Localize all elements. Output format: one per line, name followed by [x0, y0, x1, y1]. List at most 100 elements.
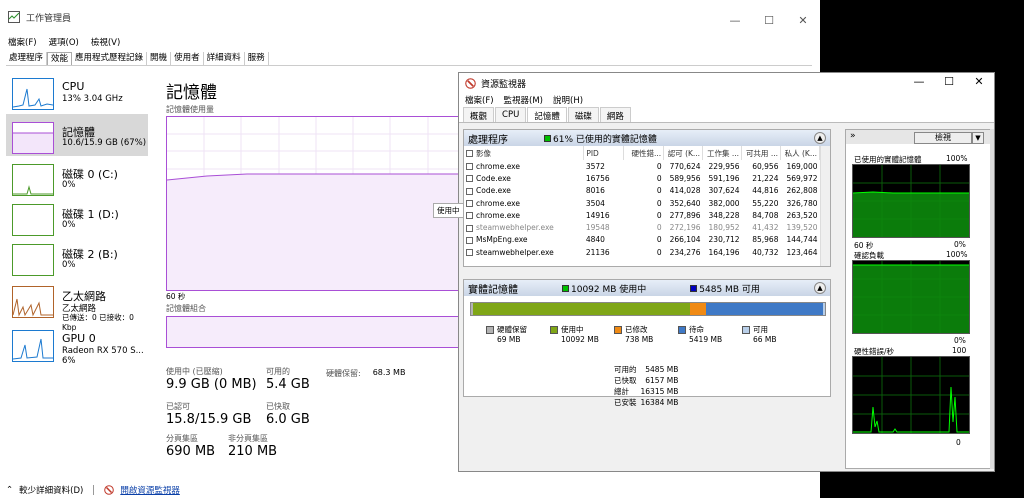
tab-startup[interactable]: 開機: [147, 52, 172, 65]
collapse-chevron-icon[interactable]: ▲: [814, 132, 826, 144]
physical-memory-legend: 硬體保留 69 MB 使用中 10092 MB 已修改 738 MB 待命 5419 MB 可用…: [486, 324, 806, 344]
process-scrollbar[interactable]: [820, 146, 830, 266]
process-cell: 229,956: [708, 161, 740, 171]
rm-processes-header[interactable]: 處理程序 61% 已使用的實體記憶體 ▲: [464, 130, 830, 146]
stat-available: 可用的 5.4 GB: [266, 366, 310, 392]
col-private[interactable]: 私人 (K...: [780, 146, 821, 160]
process-cell: 21,224: [752, 173, 779, 183]
tm-footer: ⌃ 較少詳細資料(D) 開啟資源監視器: [6, 484, 180, 496]
legend-item: 硬體保留 69 MB: [486, 324, 550, 344]
available-square-icon: [690, 284, 698, 292]
rm-menu-help[interactable]: 說明(H): [553, 94, 583, 106]
sidebar-item-disk0[interactable]: 磁碟 0 (C:) 0%: [6, 156, 148, 196]
rm-menu-monitor[interactable]: 監視器(M): [504, 94, 543, 106]
open-resource-monitor-link[interactable]: 開啟資源監視器: [120, 484, 180, 496]
rm-tab-disk[interactable]: 磁碟: [567, 107, 599, 122]
rm-menubar: 檔案(F) 監視器(M) 說明(H): [459, 93, 994, 107]
menu-file[interactable]: 檔案(F): [8, 36, 37, 48]
sidebar-item-disk1[interactable]: 磁碟 1 (D:) 0%: [6, 196, 148, 236]
rm-tab-network[interactable]: 網路: [599, 107, 631, 122]
sidebar-cpu-sub: 13% 3.04 GHz: [62, 94, 123, 104]
stat-committed-label: 已認可: [166, 402, 190, 411]
row-checkbox[interactable]: [466, 236, 473, 244]
resource-monitor-icon: [104, 485, 115, 495]
row-checkbox[interactable]: [466, 224, 473, 232]
maximize-icon[interactable]: ☐: [752, 14, 786, 27]
physical-memory-bar: [470, 302, 826, 316]
row-checkbox[interactable]: [466, 212, 473, 220]
table-row[interactable]: chrome.exe 3504 0 352,640 382,000 55,220 326,7…: [464, 197, 820, 209]
rm-tab-cpu[interactable]: CPU: [495, 107, 527, 122]
rm-title: 資源監視器: [481, 79, 527, 90]
stat-reserved: 硬體保留: 68.3 MB: [326, 368, 405, 379]
row-checkbox[interactable]: [466, 187, 473, 195]
table-row[interactable]: steamwebhelper.exe 19548 0 272,196 180,952 41…: [464, 221, 820, 233]
process-table: 影像 PID 硬性錯... 認可 (K... 工作集 ... 可共用 ... 私…: [464, 146, 821, 258]
sidebar-item-disk2[interactable]: 磁碟 2 (B:) 0%: [6, 236, 148, 278]
process-cell: 262,808: [786, 186, 818, 196]
rm-tab-overview[interactable]: 概觀: [463, 107, 495, 122]
rm-tab-memory[interactable]: 記憶體: [527, 107, 567, 122]
process-cell: 234,276: [669, 247, 701, 257]
view-dropdown-icon[interactable]: ▼: [972, 132, 984, 144]
table-row[interactable]: chrome.exe 3572 0 770,624 229,956 60,956 169,0…: [464, 160, 820, 172]
process-image-cell: steamwebhelper.exe: [464, 246, 584, 258]
summary-row: 已快取 6157 MB: [612, 375, 680, 386]
row-checkbox[interactable]: [466, 249, 473, 257]
table-row[interactable]: chrome.exe 14916 0 277,896 348,228 84,708 263,…: [464, 209, 820, 221]
table-row[interactable]: Code.exe 16756 0 589,956 591,196 21,224 569,97…: [464, 172, 820, 184]
process-image-name: steamwebhelper.exe: [476, 223, 554, 233]
col-hard-faults[interactable]: 硬性錯...: [623, 146, 665, 160]
task-manager-icon: [8, 11, 20, 23]
fewer-details-link[interactable]: 較少詳細資料(D): [19, 484, 83, 496]
table-row[interactable]: MsMpEng.exe 4840 0 266,104 230,712 85,968 144,…: [464, 234, 820, 246]
col-pid[interactable]: PID: [583, 146, 625, 160]
sidebar-memory-sub: 10.6/15.9 GB (67%): [62, 138, 147, 148]
view-button[interactable]: 檢視: [914, 132, 972, 144]
summary-row: 可用的 5485 MB: [612, 364, 680, 375]
close-icon[interactable]: ✕: [786, 14, 820, 27]
menu-options[interactable]: 選項(O): [49, 36, 79, 48]
maximize-icon[interactable]: ☐: [934, 75, 964, 88]
sidebar-item-gpu[interactable]: GPU 0 Radeon RX 570 S... 6%: [6, 322, 148, 366]
tab-performance[interactable]: 效能: [47, 52, 73, 65]
close-icon[interactable]: ✕: [964, 75, 994, 88]
rm-physical-header[interactable]: 實體記憶體 10092 MB 使用中 5485 MB 可用 ▲: [464, 280, 830, 296]
process-cell: 169,000: [786, 161, 818, 171]
row-checkbox[interactable]: [466, 163, 473, 171]
process-image-name: steamwebhelper.exe: [476, 247, 554, 257]
sidebar-item-memory[interactable]: 記憶體 10.6/15.9 GB (67%): [6, 114, 148, 156]
col-commit[interactable]: 認可 (K...: [663, 146, 704, 160]
row-checkbox[interactable]: [466, 200, 473, 208]
sidebar-disk2-sub: 0%: [62, 260, 76, 270]
table-row[interactable]: Code.exe 8016 0 414,028 307,624 44,816 262,808: [464, 185, 820, 197]
summary-value: 5485 MB: [645, 365, 679, 374]
memory-bar-segment: [706, 303, 823, 315]
g3-min: 0: [956, 438, 961, 447]
rm-menu-file[interactable]: 檔案(F): [465, 94, 494, 106]
legend-item: 待命 5419 MB: [678, 324, 742, 344]
process-cell: 266,104: [669, 235, 701, 245]
menu-view[interactable]: 檢視(V): [91, 36, 120, 48]
memory-usage-label: 記憶體使用量: [166, 105, 214, 114]
collapse-chevron-icon[interactable]: ▲: [814, 282, 826, 294]
col-working-set[interactable]: 工作集 ...: [702, 146, 743, 160]
minimize-icon[interactable]: —: [904, 75, 934, 88]
tab-services[interactable]: 服務: [245, 52, 269, 65]
minimize-icon[interactable]: —: [718, 14, 752, 27]
tab-details[interactable]: 詳細資料: [204, 52, 245, 65]
row-checkbox[interactable]: [466, 175, 473, 183]
expand-right-icon[interactable]: »: [850, 131, 856, 141]
process-cell: 3572: [585, 161, 605, 171]
chevron-up-icon[interactable]: ⌃: [6, 485, 13, 495]
sidebar-item-ethernet[interactable]: 乙太網路 乙太網路 已傳送：0 已接收：0 Kbp: [6, 278, 148, 332]
tab-processes[interactable]: 處理程序: [6, 52, 48, 65]
table-row[interactable]: steamwebhelper.exe 21136 0 234,276 164,196 40…: [464, 246, 820, 258]
select-all-checkbox[interactable]: [466, 150, 473, 157]
col-image[interactable]: 影像: [464, 146, 585, 160]
process-cell: 589,956: [669, 173, 701, 183]
tab-app-history[interactable]: 應用程式歷程記錄: [72, 52, 148, 65]
sidebar-item-cpu[interactable]: CPU 13% 3.04 GHz: [6, 70, 148, 114]
col-shareable[interactable]: 可共用 ...: [741, 146, 781, 160]
tab-users[interactable]: 使用者: [171, 52, 204, 65]
